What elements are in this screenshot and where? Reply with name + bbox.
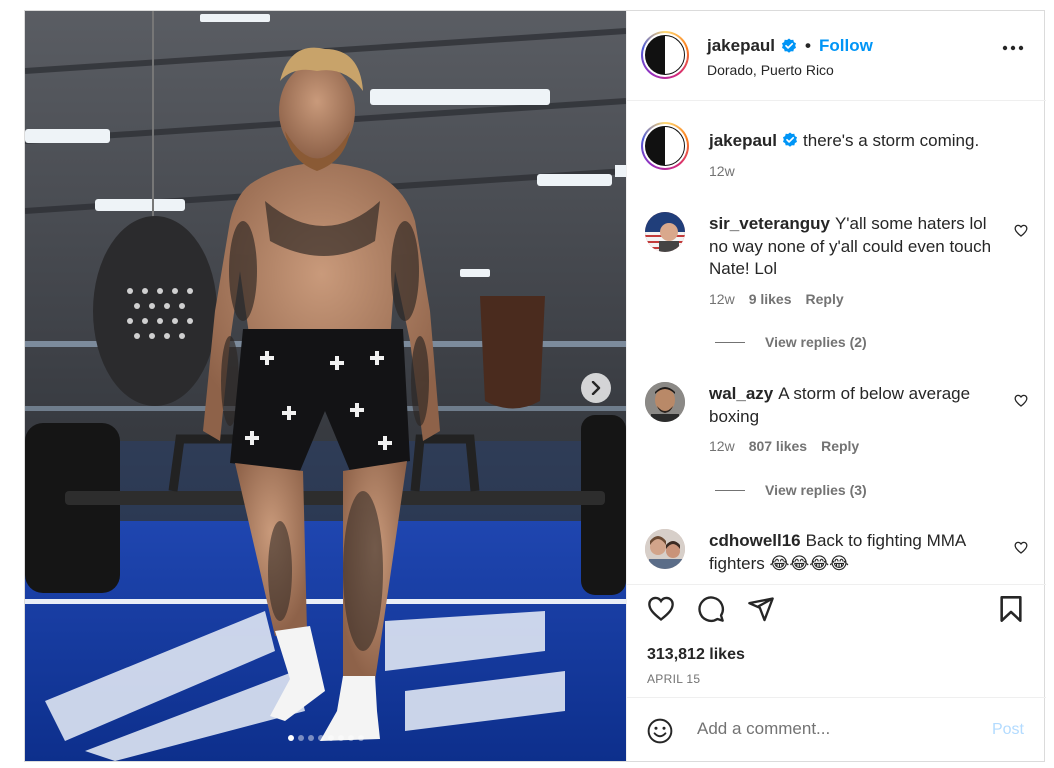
carousel-dot <box>357 735 364 741</box>
avatar-image <box>645 382 685 422</box>
comment-text: cdhowell16 Back to fighting MMA fighters … <box>709 530 1009 575</box>
carousel-dot <box>317 735 324 741</box>
comment-text: sir_veteranguy Y'all some haters lol no w… <box>709 213 999 281</box>
author-username[interactable]: jakepaul <box>707 36 775 56</box>
author-line: jakepaul • Follow <box>707 36 873 56</box>
carousel-dot <box>327 735 334 741</box>
post-media[interactable] <box>25 11 626 761</box>
caption-text: jakepaul there's a storm coming. <box>709 130 1029 153</box>
caption-time[interactable]: 12w <box>709 163 735 179</box>
share-icon[interactable] <box>747 595 775 623</box>
separator-dot: • <box>805 36 811 55</box>
more-options-icon[interactable] <box>1002 45 1024 51</box>
carousel-next-button[interactable] <box>581 373 611 403</box>
bookmark-icon[interactable] <box>998 595 1024 623</box>
carousel-dot <box>337 735 344 741</box>
instagram-post: jakepaul • Follow Dorado, Puerto Rico ja… <box>24 10 1046 762</box>
avatar-image <box>645 212 685 252</box>
comments-section[interactable]: jakepaul there's a storm coming. 12w sir… <box>627 102 1046 584</box>
heart-icon[interactable] <box>647 595 675 623</box>
comment-likes[interactable]: 807 likes <box>749 438 807 454</box>
follow-button[interactable]: Follow <box>819 36 873 56</box>
commenter-avatar[interactable] <box>645 382 685 422</box>
comment-time[interactable]: 12w <box>709 438 735 454</box>
likes-count[interactable]: 313,812 likes <box>647 646 745 664</box>
view-replies-button[interactable]: View replies (2) <box>715 334 867 350</box>
post-photo <box>25 11 626 761</box>
comment-icon[interactable] <box>697 595 725 623</box>
post-comment-button[interactable]: Post <box>992 721 1024 739</box>
reply-button[interactable]: Reply <box>806 291 844 307</box>
comment-username[interactable]: sir_veteranguy <box>709 214 830 233</box>
view-replies-label: View replies (2) <box>765 334 867 350</box>
heart-icon[interactable] <box>1014 224 1028 237</box>
comment-meta: 12w 807 likes Reply <box>709 438 859 454</box>
heart-icon[interactable] <box>1014 541 1028 554</box>
comment-input[interactable] <box>697 712 977 746</box>
caption-username[interactable]: jakepaul <box>709 131 777 150</box>
verified-badge-icon <box>782 38 797 53</box>
comment-likes[interactable]: 9 likes <box>749 291 792 307</box>
carousel-dot <box>307 735 314 741</box>
post-date[interactable]: APRIL 15 <box>647 672 700 686</box>
caption-body: there's a storm coming. <box>803 131 980 150</box>
chevron-right-icon <box>591 381 601 395</box>
reply-button[interactable]: Reply <box>821 438 859 454</box>
post-header: jakepaul • Follow Dorado, Puerto Rico <box>627 11 1046 101</box>
carousel-indicator <box>25 735 626 741</box>
comment-time[interactable]: 12w <box>709 291 735 307</box>
replies-divider <box>715 489 745 491</box>
view-replies-label: View replies (3) <box>765 482 867 498</box>
caption-author-avatar[interactable] <box>641 122 689 170</box>
emoji-icon[interactable] <box>647 718 673 744</box>
post-location[interactable]: Dorado, Puerto Rico <box>707 62 834 78</box>
commenter-avatar[interactable] <box>645 529 685 569</box>
caption-meta: 12w <box>709 163 735 179</box>
view-replies-button[interactable]: View replies (3) <box>715 482 867 498</box>
post-sidebar: jakepaul • Follow Dorado, Puerto Rico ja… <box>626 11 1046 761</box>
comment-text: wal_azy A storm of below average boxing <box>709 383 999 428</box>
replies-divider <box>715 341 745 343</box>
author-avatar[interactable] <box>641 31 689 79</box>
commenter-avatar[interactable] <box>645 212 685 252</box>
avatar-image <box>645 529 685 569</box>
comment-meta: 12w 9 likes Reply <box>709 291 844 307</box>
heart-icon[interactable] <box>1014 394 1028 407</box>
carousel-dot <box>297 735 304 741</box>
comment-username[interactable]: cdhowell16 <box>709 531 801 550</box>
comment-username[interactable]: wal_azy <box>709 384 773 403</box>
carousel-dot <box>347 735 354 741</box>
add-comment-bar: Post <box>627 697 1046 761</box>
post-actions: 313,812 likes APRIL 15 <box>627 584 1046 697</box>
verified-badge-icon <box>783 132 798 147</box>
carousel-dot <box>287 735 294 741</box>
